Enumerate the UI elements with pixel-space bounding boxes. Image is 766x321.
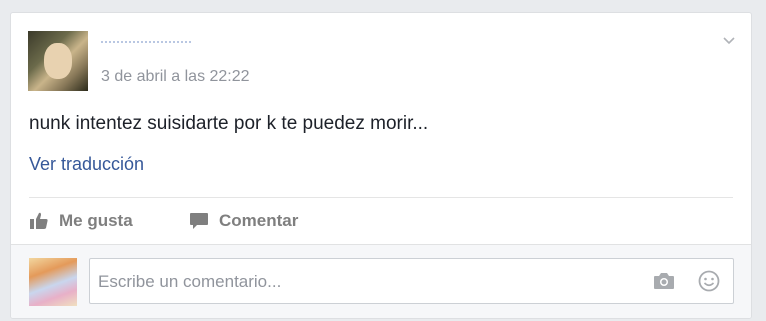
comment-button[interactable]: Comentar <box>189 210 298 232</box>
author-name-redacted[interactable] <box>101 41 191 53</box>
see-translation-link[interactable]: Ver traducción <box>29 154 144 175</box>
comment-bubble-icon <box>190 213 208 229</box>
current-user-avatar[interactable] <box>29 258 77 306</box>
divider <box>29 197 733 198</box>
like-button[interactable]: Me gusta <box>29 210 133 232</box>
post-card: 3 de abril a las 22:22 nunk intentez sui… <box>10 12 752 319</box>
avatar-face <box>44 43 72 79</box>
thumbs-up-icon <box>30 212 48 229</box>
comment-input[interactable]: Escribe un comentario... <box>89 258 734 304</box>
chevron-down-icon[interactable] <box>723 35 735 47</box>
camera-icon[interactable] <box>653 271 675 291</box>
comment-placeholder: Escribe un comentario... <box>98 272 282 291</box>
emoji-icon[interactable] <box>698 270 720 292</box>
author-avatar[interactable] <box>28 31 88 91</box>
comment-section: Escribe un comentario... <box>11 244 751 318</box>
comment-label: Comentar <box>219 211 299 230</box>
post-text: nunk intentez suisidarte por k te puedez… <box>29 113 429 134</box>
like-label: Me gusta <box>59 211 133 230</box>
post-timestamp[interactable]: 3 de abril a las 22:22 <box>101 68 250 86</box>
